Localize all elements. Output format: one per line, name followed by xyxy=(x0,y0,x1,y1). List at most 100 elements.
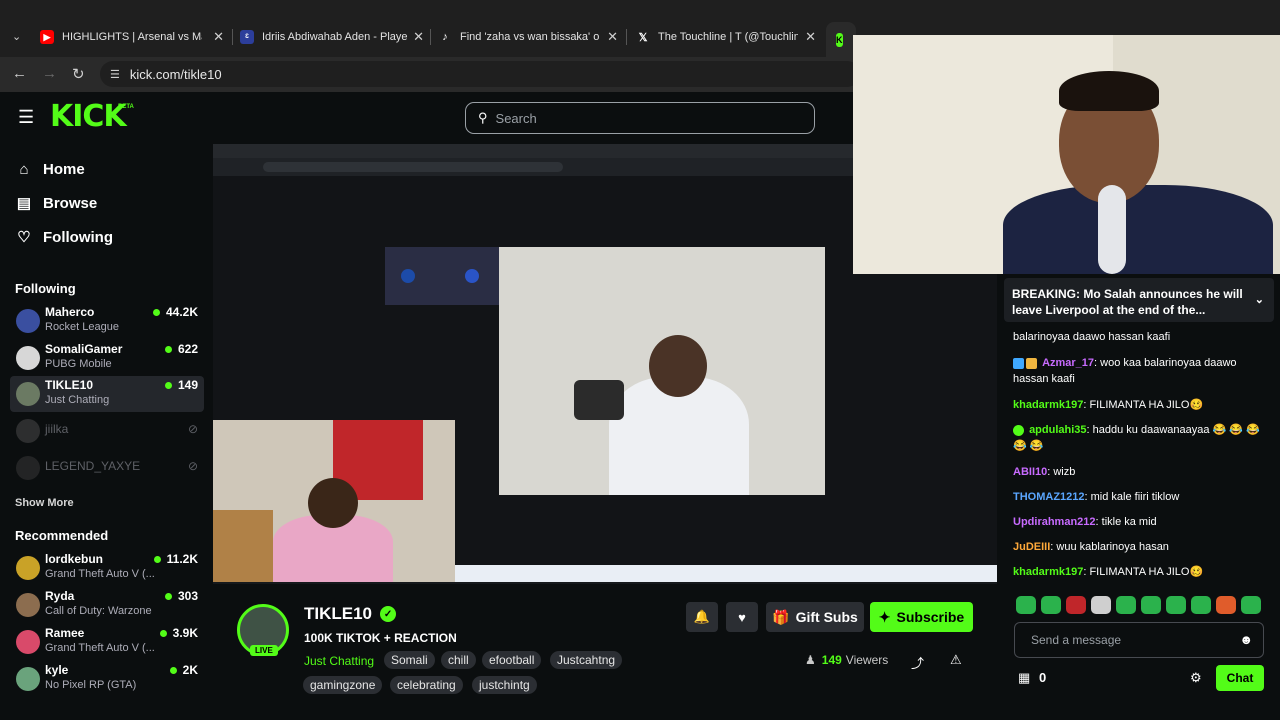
tag-pill[interactable]: chill xyxy=(441,651,476,669)
browse-icon: ▤ xyxy=(16,195,32,212)
tag-pill[interactable]: celebrating xyxy=(390,676,463,694)
report-warning-icon[interactable]: ⚠ xyxy=(950,652,962,668)
gift-subs-button[interactable]: 🎁 Gift Subs xyxy=(766,602,864,632)
nav-browse[interactable]: ▤ Browse xyxy=(15,194,97,213)
emote-icon[interactable] xyxy=(1091,596,1111,614)
avatar xyxy=(16,630,40,654)
channel-name: Ryda xyxy=(45,589,75,603)
following-channel-offline[interactable]: jiilka ⊘ xyxy=(10,413,204,449)
tag-pill[interactable]: Justcahtng xyxy=(550,651,623,669)
following-channel[interactable]: SomaliGamer PUBG Mobile 622 xyxy=(10,340,204,376)
settings-gear-icon[interactable]: ⚙ xyxy=(1190,670,1202,686)
chat-message: Azmar_17: woo kaa balarinoyaa daawo hass… xyxy=(1013,357,1237,385)
viewer-count: 303 xyxy=(164,589,198,603)
back-arrow-icon[interactable]: ← xyxy=(12,65,27,82)
stream-title: 100K TIKTOK + REACTION xyxy=(304,631,457,645)
avatar xyxy=(16,456,40,480)
tab-search-chevron-icon[interactable]: ⌄ xyxy=(12,30,21,43)
emote-icon[interactable] xyxy=(1116,596,1136,614)
viewer-count: 149 xyxy=(164,378,198,392)
tag-pill[interactable]: justchintg xyxy=(472,676,537,694)
offline-icon: ⊘ xyxy=(187,459,198,473)
close-icon[interactable]: ✕ xyxy=(607,29,618,45)
emote-icon[interactable] xyxy=(1166,596,1186,614)
offline-icon: ⊘ xyxy=(187,422,198,436)
browser-tab[interactable]: 𝕏 The Touchline | T (@TouchlineX ✕ xyxy=(626,22,822,52)
star-icon: ✦ xyxy=(878,608,891,625)
gift-icon: 🎁 xyxy=(772,608,790,625)
stream-info: LIVE TIKLE10 ✓ 100K TIKTOK + REACTION Ju… xyxy=(213,590,1003,720)
emote-icon[interactable] xyxy=(1191,596,1211,614)
nav-following[interactable]: ♡ Following xyxy=(15,228,113,247)
site-info-icon[interactable]: ☰ xyxy=(110,68,120,81)
search-input[interactable]: ⚲ Search xyxy=(465,102,815,134)
chat-message: apdulahi35: haddu ku daawanaayaa 😂 😂 😂 😂… xyxy=(1013,424,1260,452)
stream-category[interactable]: Just Chatting xyxy=(304,654,374,668)
stream-content-scoreboard xyxy=(385,247,499,305)
viewers-label: Viewers xyxy=(845,653,889,667)
bell-icon: 🔔 xyxy=(693,609,711,624)
nav-home[interactable]: ⌂ Home xyxy=(15,161,84,178)
browser-tab[interactable]: ▶ HIGHLIGHTS | Arsenal vs Manch ✕ xyxy=(30,22,230,52)
tag-pill[interactable]: Somali xyxy=(384,651,435,669)
follow-heart-button[interactable]: ♥ xyxy=(726,602,758,632)
browser-tab[interactable]: ♪ Find 'zaha vs wan bissaka' on Ti ✕ xyxy=(428,22,624,52)
close-icon[interactable]: ✕ xyxy=(213,29,224,45)
emote-icon[interactable] xyxy=(1241,596,1261,614)
send-chat-button[interactable]: Chat xyxy=(1216,665,1264,691)
chat-message: Updirahman212: tikle ka mid xyxy=(1013,516,1157,528)
following-channel[interactable]: Maherco Rocket League 44.2K xyxy=(10,303,204,339)
pinned-message[interactable]: BREAKING: Mo Salah announces he will lea… xyxy=(1004,278,1274,322)
search-placeholder: Search xyxy=(495,110,537,126)
subscribe-button[interactable]: ✦ Subscribe xyxy=(870,602,973,632)
emote-icon[interactable] xyxy=(1216,596,1236,614)
tag-pill[interactable]: efootball xyxy=(482,651,542,669)
kick-logo[interactable]: KICK xyxy=(50,102,127,132)
notification-bell-button[interactable]: 🔔 xyxy=(686,602,718,632)
stream-content-video xyxy=(499,247,825,495)
gift-subs-label: Gift Subs xyxy=(795,609,858,625)
emoji-icon[interactable]: ☻ xyxy=(1239,632,1253,647)
avatar xyxy=(16,667,40,691)
emote-icon[interactable] xyxy=(1141,596,1161,614)
live-dot-icon xyxy=(164,592,172,600)
gift-points-icon[interactable]: ▦ xyxy=(1018,670,1030,686)
channel-category: Just Chatting xyxy=(45,394,110,406)
avatar xyxy=(16,593,40,617)
heart-icon: ♡ xyxy=(17,229,31,246)
close-icon[interactable]: ✕ xyxy=(413,29,424,45)
channel-title[interactable]: TIKLE10 ✓ xyxy=(304,604,397,624)
emote-icon[interactable] xyxy=(1066,596,1086,614)
following-channel-active[interactable]: TIKLE10 Just Chatting 149 xyxy=(10,376,204,412)
recommended-channel[interactable]: kyle No Pixel RP (GTA) 2K xyxy=(10,661,204,697)
menu-icon[interactable]: ☰ xyxy=(18,107,34,128)
emote-icon[interactable] xyxy=(1016,596,1036,614)
chevron-down-icon[interactable]: ⌄ xyxy=(1255,292,1264,308)
emote-icon[interactable] xyxy=(1041,596,1061,614)
tag-pill[interactable]: gamingzone xyxy=(303,676,383,694)
avatar xyxy=(16,419,40,443)
home-icon: ⌂ xyxy=(19,161,29,178)
following-section-title: Following xyxy=(15,281,76,296)
live-dot-icon xyxy=(159,629,167,637)
url-field[interactable]: ☰ kick.com/tikle10 xyxy=(100,61,860,87)
channel-name: Ramee xyxy=(45,626,85,640)
forward-arrow-icon[interactable]: → xyxy=(42,65,57,82)
share-icon[interactable]: ⤴ xyxy=(911,653,924,672)
show-more-link[interactable]: Show More xyxy=(15,497,74,509)
live-dot-icon xyxy=(164,345,172,353)
recommended-channel[interactable]: Ryda Call of Duty: Warzone 303 xyxy=(10,587,204,623)
reload-icon[interactable]: ↻ xyxy=(72,65,85,83)
recommended-channel[interactable]: Ramee Grand Theft Auto V (... 3.9K xyxy=(10,624,204,660)
following-channel-offline[interactable]: LEGEND_YAXYE ⊘ xyxy=(10,450,204,486)
recommended-channel[interactable]: lordkebun Grand Theft Auto V (... 11.2K xyxy=(10,550,204,586)
avatar xyxy=(16,382,40,406)
chat-message-input[interactable]: Send a message ☻ xyxy=(1014,622,1264,658)
browser-tab[interactable]: Ɛ Idriis Abdiwahab Aden - Player ✕ xyxy=(230,22,430,52)
chat-message: khadarmk197: FILIMANTA HA JILO🥴 xyxy=(1013,399,1204,411)
close-icon[interactable]: ✕ xyxy=(805,29,816,45)
emote-row xyxy=(1016,596,1261,614)
browser-tab-active[interactable]: K xyxy=(826,22,856,57)
sparkle-icon xyxy=(1013,424,1024,436)
url-text: kick.com/tikle10 xyxy=(129,66,222,82)
